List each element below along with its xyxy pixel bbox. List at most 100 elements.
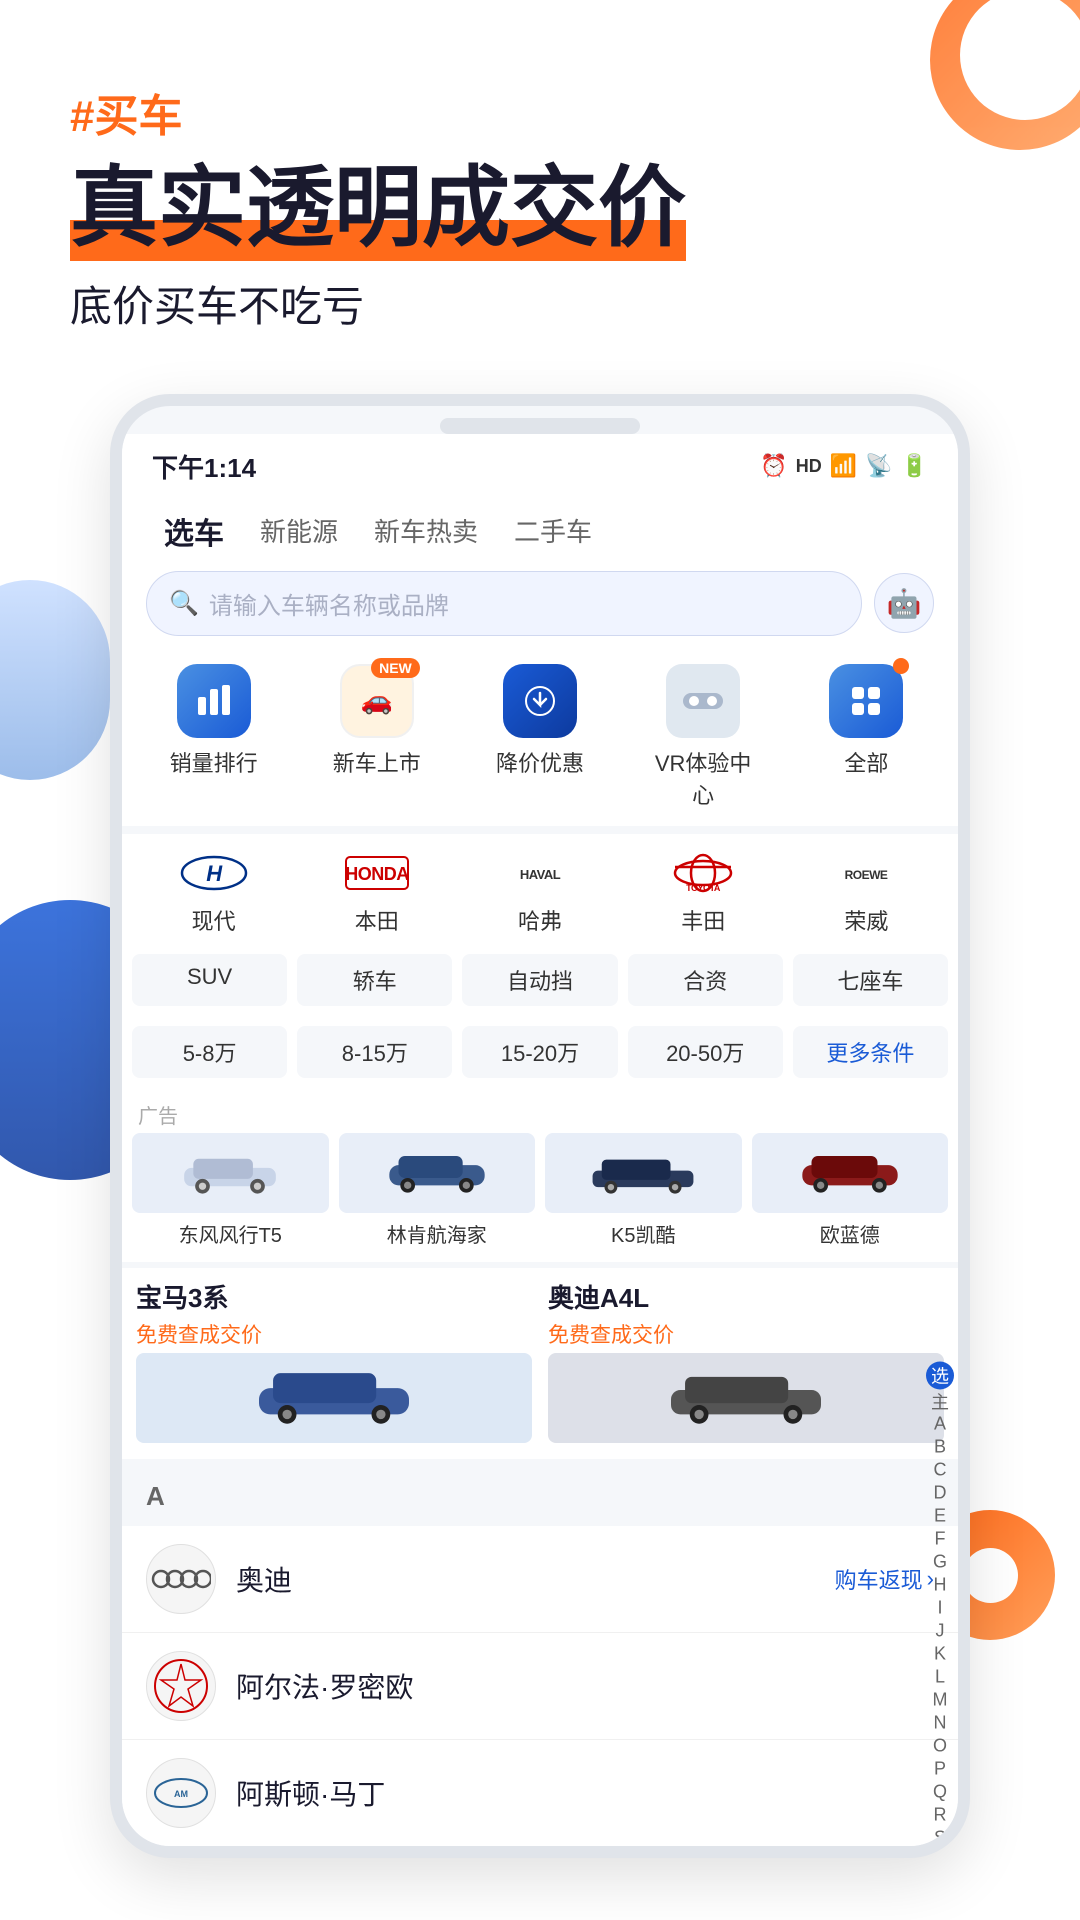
hd-icon: HD xyxy=(796,456,822,477)
alpha-i[interactable]: I xyxy=(927,1597,953,1619)
hyundai-logo: H xyxy=(174,848,254,898)
hero-title: 真实透明成交价 xyxy=(70,160,1010,257)
battery-icon: 🔋 xyxy=(901,453,928,479)
brand-list-aston[interactable]: AM 阿斯顿·马丁 xyxy=(122,1740,958,1846)
alpha-b[interactable]: B xyxy=(927,1436,953,1458)
brand-haval[interactable]: HAVAL 哈弗 xyxy=(458,848,621,936)
ad-k5[interactable]: K5凯酷 xyxy=(545,1133,742,1248)
aston-list-name: 阿斯顿·马丁 xyxy=(236,1773,934,1813)
alpha-c[interactable]: C xyxy=(927,1459,953,1481)
price-15-20[interactable]: 15-20万 xyxy=(462,1026,617,1078)
hero-section: #买车 真实透明成交价 底价买车不吃亏 xyxy=(0,0,1080,374)
all-icon xyxy=(829,664,903,738)
tab-ershouche[interactable]: 二手车 xyxy=(496,506,610,555)
qa-vr[interactable]: VR体验中心 xyxy=(648,664,758,810)
nav-tabs: 选车 新能源 新车热卖 二手车 xyxy=(122,493,958,571)
alpha-f[interactable]: F xyxy=(927,1528,953,1550)
price-more[interactable]: 更多条件 xyxy=(793,1026,948,1078)
alpha-p[interactable]: P xyxy=(927,1758,953,1780)
ad-outlander-name: 欧蓝德 xyxy=(820,1219,880,1248)
ad-lincoln-img xyxy=(339,1133,536,1213)
filter-joint[interactable]: 合资 xyxy=(628,954,783,1006)
tab-xinchemaile[interactable]: 新车热卖 xyxy=(356,506,496,555)
qa-vr-label: VR体验中心 xyxy=(648,746,758,810)
alfa-list-name: 阿尔法·罗密欧 xyxy=(236,1666,934,1706)
filter-suv[interactable]: SUV xyxy=(132,954,287,1006)
alpha-t[interactable]: T xyxy=(927,1850,953,1858)
brand-toyota[interactable]: TOYOTA 丰田 xyxy=(622,848,785,936)
ad-k5-name: K5凯酷 xyxy=(611,1219,675,1248)
alpha-r[interactable]: R xyxy=(927,1804,953,1826)
svg-text:HAVAL: HAVAL xyxy=(520,867,561,882)
alpha-zhu[interactable]: 主 xyxy=(927,1390,953,1412)
honda-logo: HONDA xyxy=(337,848,417,898)
honda-name: 本田 xyxy=(355,904,399,936)
hero-title-text: 真实透明成交价 xyxy=(70,158,686,261)
qa-sales-label: 销量排行 xyxy=(170,746,258,778)
brand-list-audi[interactable]: 奥迪 购车返现 › xyxy=(122,1526,958,1633)
status-time: 下午1:14 xyxy=(152,448,256,485)
qa-price-label: 降价优惠 xyxy=(496,746,584,778)
ad-lincoln[interactable]: 林肯航海家 xyxy=(339,1133,536,1248)
ad-outlander[interactable]: 欧蓝德 xyxy=(752,1133,949,1248)
ai-button[interactable]: 🤖 xyxy=(874,573,934,633)
alpha-m[interactable]: M xyxy=(927,1689,953,1711)
toyota-logo: TOYOTA xyxy=(663,848,743,898)
audi-list-logo xyxy=(146,1544,216,1614)
section-a-header: A xyxy=(122,1467,958,1526)
qa-price-drop[interactable]: 降价优惠 xyxy=(485,664,595,810)
car-ads-row: 东风风行T5 林肯航海家 xyxy=(122,1133,958,1262)
svg-text:HONDA: HONDA xyxy=(345,864,409,884)
featured-audi[interactable]: 奥迪A4L 免费查成交价 xyxy=(548,1278,944,1443)
audi-name: 奥迪A4L xyxy=(548,1278,944,1315)
alpha-h[interactable]: H xyxy=(927,1574,953,1596)
hero-subtitle: 底价买车不吃亏 xyxy=(70,273,1010,334)
alpha-n[interactable]: N xyxy=(927,1712,953,1734)
featured-bmw[interactable]: 宝马3系 免费查成交价 xyxy=(136,1278,532,1443)
alpha-e[interactable]: E xyxy=(927,1505,953,1527)
quick-actions: 销量排行 🚗 NEW 新车上市 降价优惠 xyxy=(122,650,958,826)
audi-link[interactable]: 免费查成交价 xyxy=(548,1319,944,1349)
price-20-50[interactable]: 20-50万 xyxy=(628,1026,783,1078)
price-row: 5-8万 8-15万 15-20万 20-50万 更多条件 xyxy=(122,1016,958,1092)
qa-new-cars[interactable]: 🚗 NEW 新车上市 xyxy=(322,664,432,810)
filter-sedan[interactable]: 轿车 xyxy=(297,954,452,1006)
brand-honda[interactable]: HONDA 本田 xyxy=(295,848,458,936)
alpha-selected[interactable]: 选 xyxy=(926,1361,954,1389)
alpha-d[interactable]: D xyxy=(927,1482,953,1504)
brand-list-container: 奥迪 购车返现 › 阿尔法·罗密欧 xyxy=(122,1526,958,1846)
brand-roewe[interactable]: ROEWE 荣威 xyxy=(785,848,948,936)
qa-sales-rank[interactable]: 销量排行 xyxy=(159,664,269,810)
bmw-name: 宝马3系 xyxy=(136,1278,532,1315)
roewe-name: 荣威 xyxy=(844,904,888,936)
brand-row: H 现代 HONDA 本田 HAVAL xyxy=(122,834,958,944)
brand-hyundai[interactable]: H 现代 xyxy=(132,848,295,936)
bmw-link[interactable]: 免费查成交价 xyxy=(136,1319,532,1349)
alpha-l[interactable]: L xyxy=(927,1666,953,1688)
bmw-img xyxy=(136,1353,532,1443)
search-input-wrap[interactable]: 🔍 请输入车辆名称或品牌 xyxy=(146,571,862,636)
alpha-q[interactable]: Q xyxy=(927,1781,953,1803)
filter-auto[interactable]: 自动挡 xyxy=(462,954,617,1006)
roewe-logo: ROEWE xyxy=(826,848,906,898)
alpha-k[interactable]: K xyxy=(927,1643,953,1665)
tab-xinnenyuan[interactable]: 新能源 xyxy=(242,506,356,555)
price-8-15[interactable]: 8-15万 xyxy=(297,1026,452,1078)
signal-icon: 📶 xyxy=(830,453,857,479)
filter-7seat[interactable]: 七座车 xyxy=(793,954,948,1006)
price-5-8[interactable]: 5-8万 xyxy=(132,1026,287,1078)
qa-new-label: 新车上市 xyxy=(333,746,421,778)
audi-action[interactable]: 购车返现 › xyxy=(835,1563,934,1595)
search-bar: 🔍 请输入车辆名称或品牌 🤖 xyxy=(122,571,958,650)
alpha-o[interactable]: O xyxy=(927,1735,953,1757)
ad-dongfeng[interactable]: 东风风行T5 xyxy=(132,1133,329,1248)
alpha-s[interactable]: S xyxy=(927,1827,953,1849)
brand-list-alfa[interactable]: 阿尔法·罗密欧 xyxy=(122,1633,958,1740)
alphabet-index: 选 主 A B C D E F G H I J K L M N O P Q R xyxy=(922,1355,958,1858)
alpha-j[interactable]: J xyxy=(927,1620,953,1642)
alpha-g[interactable]: G xyxy=(927,1551,953,1573)
qa-all[interactable]: 全部 xyxy=(811,664,921,810)
haval-name: 哈弗 xyxy=(518,904,562,936)
alpha-a[interactable]: A xyxy=(927,1413,953,1435)
tab-xuanche[interactable]: 选车 xyxy=(146,503,242,559)
